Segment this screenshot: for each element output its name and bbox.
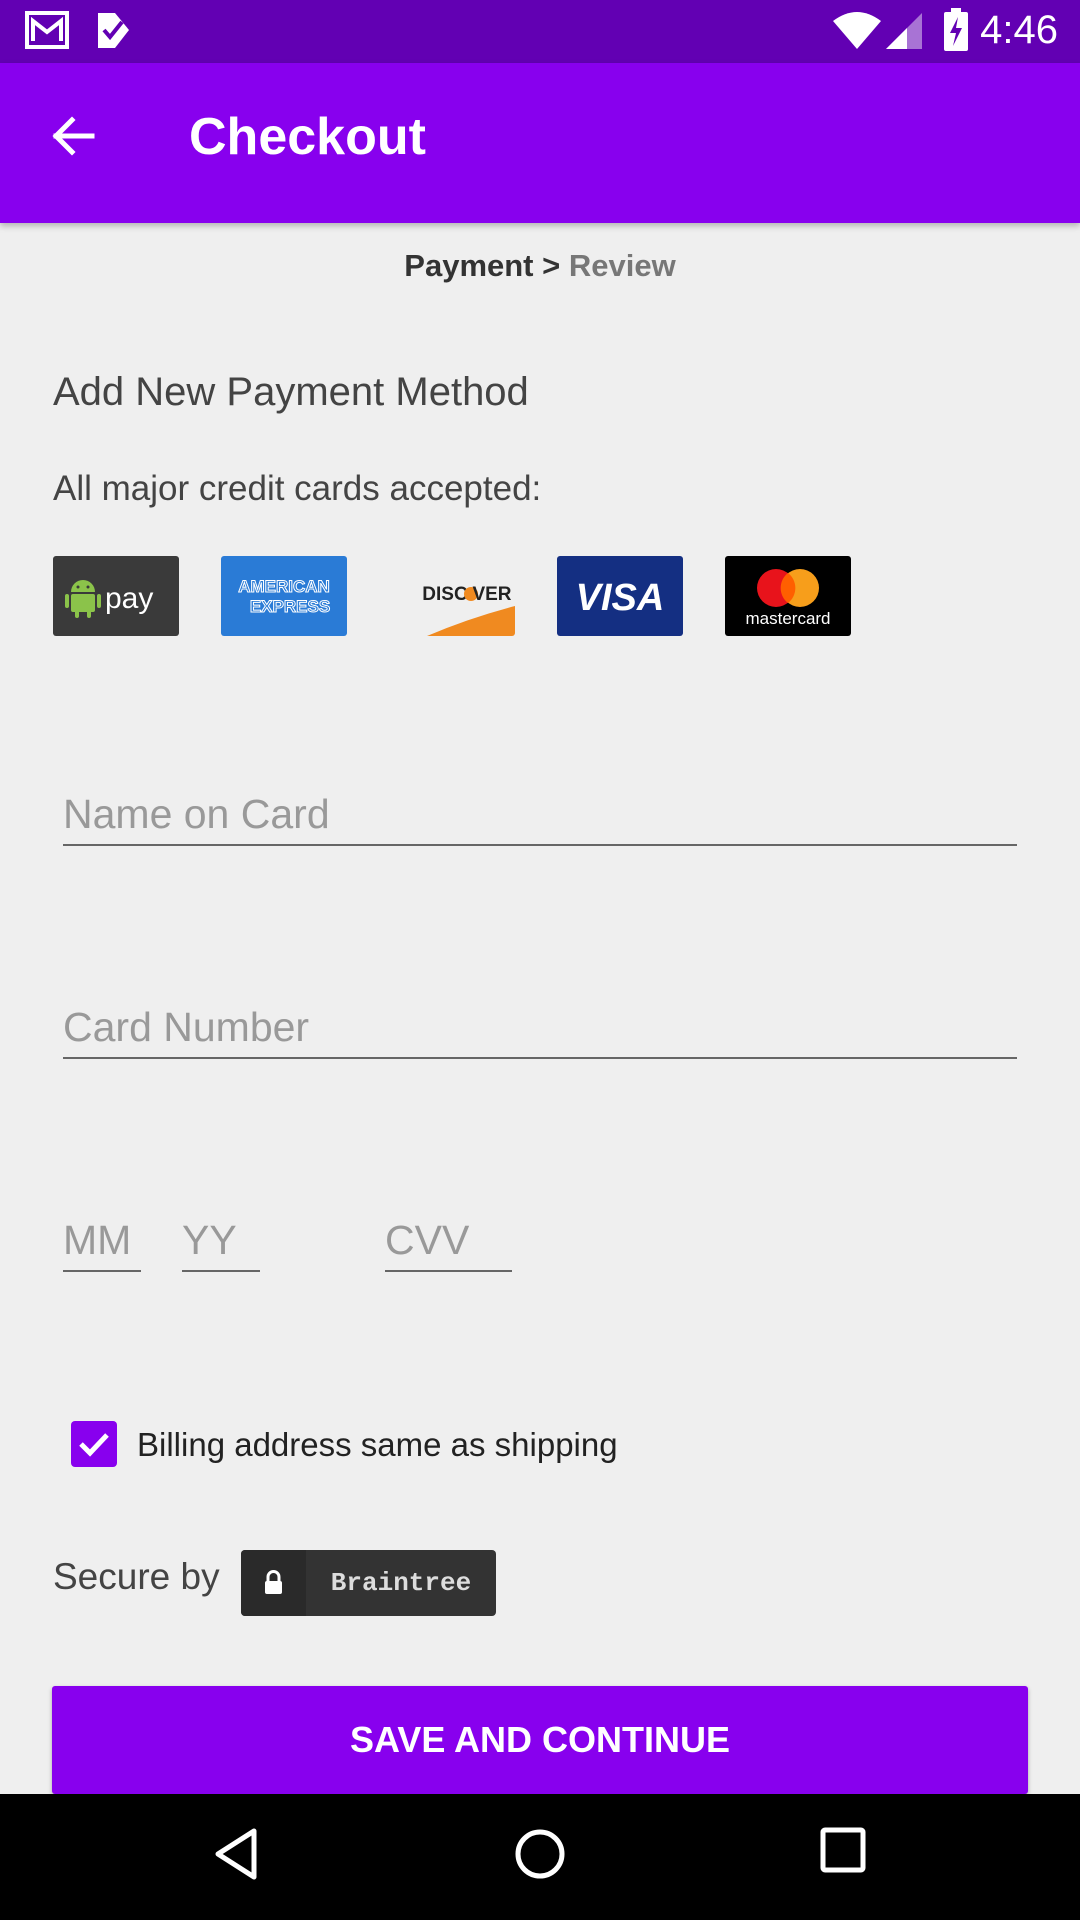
expiry-year-input[interactable] bbox=[182, 1210, 260, 1270]
card-number-input[interactable] bbox=[63, 997, 1017, 1057]
discover-logo: DISC VER bbox=[389, 556, 515, 636]
svg-text:AMERICAN: AMERICAN bbox=[238, 577, 330, 596]
cvv-input[interactable] bbox=[385, 1210, 512, 1270]
expiry-month-field bbox=[63, 1210, 141, 1272]
section-title: Add New Payment Method bbox=[53, 370, 529, 414]
name-on-card-input[interactable] bbox=[63, 784, 1017, 844]
check-app-icon bbox=[98, 13, 129, 48]
svg-text:pay: pay bbox=[105, 582, 153, 615]
page-title: Checkout bbox=[189, 108, 426, 166]
svg-text:DISC: DISC bbox=[422, 584, 468, 605]
accepted-cards-text: All major credit cards accepted: bbox=[53, 469, 542, 508]
svg-text:mastercard: mastercard bbox=[745, 609, 830, 628]
breadcrumb-current: Payment bbox=[404, 248, 534, 283]
checkmark-icon bbox=[79, 1433, 109, 1457]
secure-by-label: Secure by bbox=[53, 1556, 220, 1597]
braintree-name: Braintree bbox=[330, 1568, 472, 1598]
lock-box bbox=[241, 1550, 306, 1616]
visa-logo: VISA bbox=[557, 556, 683, 636]
name-on-card-field bbox=[63, 784, 1017, 846]
card-number-field bbox=[63, 997, 1017, 1059]
nav-home-icon[interactable] bbox=[513, 1827, 567, 1881]
battery-icon bbox=[944, 8, 968, 51]
braintree-badge: Braintree bbox=[241, 1550, 496, 1616]
american-express-logo: AMERICAN EXPRESS bbox=[221, 556, 347, 636]
svg-text:EXPRESS: EXPRESS bbox=[250, 597, 330, 616]
expiry-month-input[interactable] bbox=[63, 1210, 141, 1270]
cvv-field bbox=[385, 1210, 512, 1272]
billing-same-checkbox[interactable] bbox=[71, 1421, 117, 1467]
signal-icon bbox=[886, 13, 922, 49]
breadcrumb: Payment > Review bbox=[0, 248, 1080, 284]
breadcrumb-next: Review bbox=[568, 248, 676, 283]
app-bar: Checkout bbox=[0, 63, 1080, 223]
android-pay-logo: pay bbox=[53, 556, 179, 636]
gmail-icon bbox=[25, 11, 69, 49]
arrow-back-icon[interactable] bbox=[48, 111, 98, 161]
mastercard-logo: mastercard bbox=[725, 556, 851, 636]
nav-back-icon[interactable] bbox=[213, 1827, 259, 1881]
lock-icon bbox=[265, 1570, 282, 1594]
breadcrumb-separator: > bbox=[542, 248, 561, 283]
save-and-continue-button[interactable]: SAVE AND CONTINUE bbox=[52, 1686, 1028, 1794]
navigation-bar bbox=[0, 1794, 1080, 1920]
billing-same-label[interactable]: Billing address same as shipping bbox=[137, 1426, 618, 1464]
nav-recents-icon[interactable] bbox=[820, 1827, 866, 1873]
clock: 4:46 bbox=[980, 8, 1058, 52]
status-bar: 4:46 bbox=[0, 0, 1080, 63]
expiry-year-field bbox=[182, 1210, 260, 1272]
svg-text:VISA: VISA bbox=[576, 577, 665, 619]
wifi-icon bbox=[833, 12, 881, 49]
svg-text:VER: VER bbox=[472, 584, 511, 605]
